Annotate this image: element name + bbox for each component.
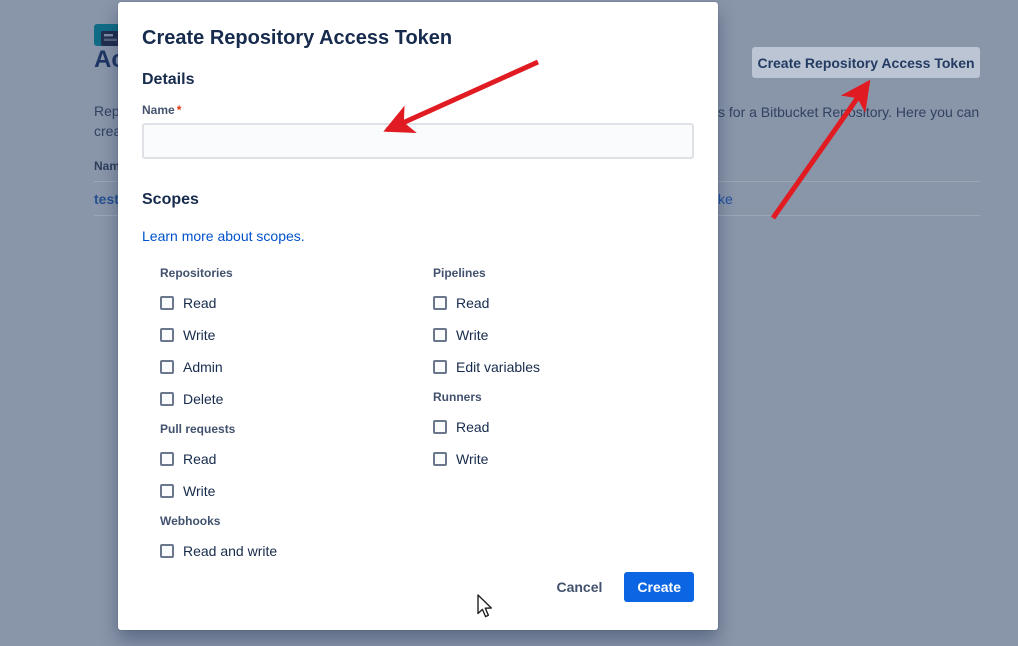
scope-checkbox-pullrequests-write[interactable]: Write (160, 475, 433, 507)
scope-group-repositories: Repositories (160, 259, 433, 287)
name-field-label: Name* (142, 102, 694, 118)
checkbox-icon[interactable] (160, 360, 174, 374)
checkbox-icon[interactable] (433, 360, 447, 374)
scope-checkbox-repositories-admin[interactable]: Admin (160, 351, 433, 383)
background-revoke-link[interactable]: ke (718, 191, 733, 207)
scopes-grid: Repositories Read Write Admin Delete Pul… (142, 259, 694, 567)
checkbox-icon[interactable] (160, 452, 174, 466)
scope-group-pipelines: Pipelines (433, 259, 694, 287)
checkbox-icon[interactable] (433, 296, 447, 310)
scope-checkbox-pipelines-edit-variables[interactable]: Edit variables (433, 351, 694, 383)
scope-checkbox-pipelines-write[interactable]: Write (433, 319, 694, 351)
required-asterisk: * (175, 103, 182, 117)
scope-checkbox-repositories-write[interactable]: Write (160, 319, 433, 351)
scope-checkbox-runners-write[interactable]: Write (433, 443, 694, 475)
checkbox-icon[interactable] (160, 544, 174, 558)
background-paragraph-left-1: Rep (94, 103, 120, 119)
checkbox-icon[interactable] (160, 328, 174, 342)
scopes-column-right: Pipelines Read Write Edit variables Runn… (433, 259, 694, 567)
create-repository-access-token-modal: Create Repository Access Token Details N… (118, 2, 718, 630)
scope-checkbox-webhooks-read-and-write[interactable]: Read and write (160, 535, 433, 567)
access-token-card-icon (94, 24, 120, 46)
background-table-header-name: Nam (94, 159, 120, 173)
scopes-heading: Scopes (142, 190, 694, 210)
name-label-text: Name (142, 103, 175, 117)
name-input[interactable] (142, 123, 694, 159)
background-token-link[interactable]: test (94, 191, 119, 207)
create-repository-access-token-button[interactable]: Create Repository Access Token (752, 47, 980, 78)
cancel-button[interactable]: Cancel (544, 573, 614, 601)
checkbox-icon[interactable] (160, 392, 174, 406)
scope-checkbox-repositories-delete[interactable]: Delete (160, 383, 433, 415)
scope-checkbox-pipelines-read[interactable]: Read (433, 287, 694, 319)
scope-group-runners: Runners (433, 383, 694, 411)
scope-checkbox-pullrequests-read[interactable]: Read (160, 443, 433, 475)
scope-checkbox-repositories-read[interactable]: Read (160, 287, 433, 319)
checkbox-icon[interactable] (160, 296, 174, 310)
checkbox-icon[interactable] (433, 452, 447, 466)
scopes-column-left: Repositories Read Write Admin Delete Pul… (160, 259, 433, 567)
scope-checkbox-runners-read[interactable]: Read (433, 411, 694, 443)
scope-group-pull-requests: Pull requests (160, 415, 433, 443)
page-root: { "modal": { "title": "Create Repository… (0, 0, 1018, 646)
create-button[interactable]: Create (624, 572, 694, 602)
checkbox-icon[interactable] (433, 420, 447, 434)
learn-more-scopes-link[interactable]: Learn more about scopes. (142, 227, 305, 245)
details-heading: Details (142, 70, 694, 90)
modal-footer: Cancel Create (544, 572, 694, 602)
scope-group-webhooks: Webhooks (160, 507, 433, 535)
modal-title: Create Repository Access Token (142, 26, 694, 50)
checkbox-icon[interactable] (160, 484, 174, 498)
checkbox-icon[interactable] (433, 328, 447, 342)
background-paragraph-right: s for a Bitbucket Repository. Here you c… (718, 104, 979, 120)
